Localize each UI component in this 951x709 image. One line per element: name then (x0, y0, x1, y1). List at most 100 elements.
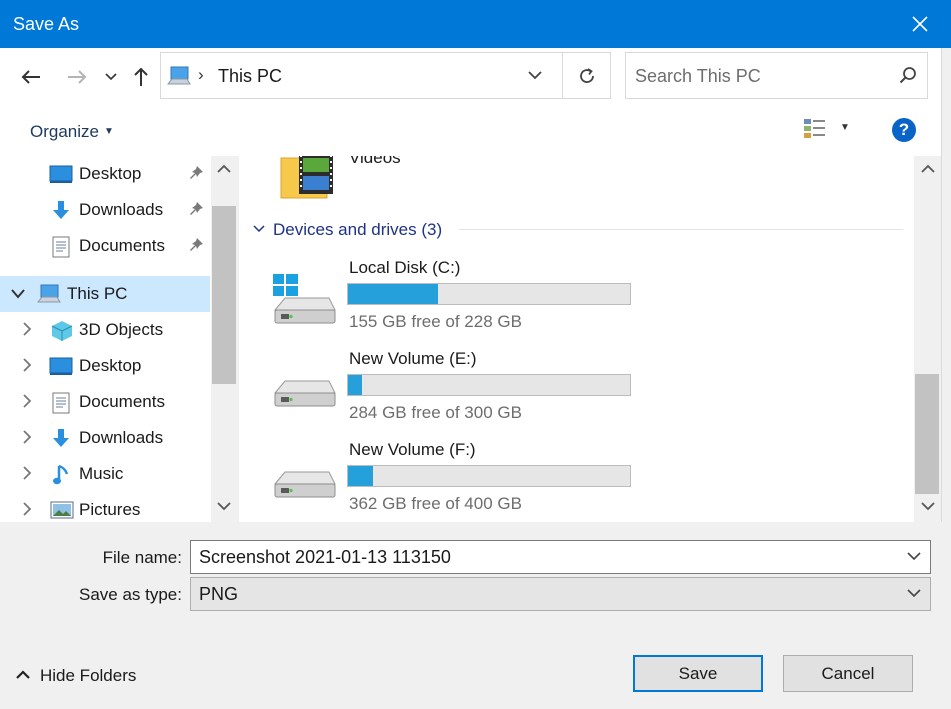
pin-icon[interactable] (188, 237, 204, 253)
drive-item[interactable]: New Volume (F:) 362 GB free of 400 GB (269, 440, 639, 522)
title-bar: Save As (0, 0, 951, 48)
devices-group-header[interactable]: Devices and drives (3) (253, 220, 442, 240)
scroll-up-icon[interactable] (217, 164, 231, 174)
drive-usage-fill (348, 375, 363, 395)
filename-field[interactable]: Screenshot 2021-01-13 113150 (190, 540, 931, 574)
file-list-pane: Videos Devices and drives (3) Local Disk… (239, 156, 914, 522)
chevron-right-icon[interactable] (22, 322, 32, 336)
drive-usage-bar (347, 283, 631, 305)
3d-objects-icon (51, 321, 73, 341)
navigation-pane-scrollbar[interactable] (211, 156, 237, 522)
address-bar[interactable]: › This PC (160, 52, 611, 99)
scrollbar-thumb[interactable] (915, 374, 939, 494)
nav-item-pictures[interactable]: Pictures (0, 492, 210, 522)
save-button[interactable]: Save (633, 655, 763, 692)
forward-button[interactable] (62, 62, 92, 92)
drive-free-space: 362 GB free of 400 GB (349, 494, 522, 513)
drive-item[interactable]: Local Disk (C:) 155 GB free of 228 GB (269, 258, 639, 348)
view-options-caret-icon[interactable]: ▼ (840, 122, 850, 133)
nav-item-downloads[interactable]: Downloads (0, 420, 210, 456)
group-header-label: Devices and drives (3) (273, 220, 443, 239)
search-box[interactable] (625, 52, 928, 99)
window-title: Save As (13, 14, 80, 34)
nav-item-label: Desktop (79, 164, 142, 183)
recent-locations-button[interactable] (96, 62, 126, 92)
drive-usage-fill (348, 466, 374, 486)
nav-item-desktop[interactable]: Desktop (0, 348, 210, 384)
chevron-down-icon[interactable] (907, 588, 921, 598)
chevron-down-icon (105, 73, 117, 81)
up-button[interactable] (126, 62, 156, 92)
chevron-down-icon[interactable] (907, 551, 921, 561)
refresh-icon (580, 67, 594, 83)
back-button[interactable] (16, 62, 46, 92)
desktop-icon (49, 165, 73, 183)
save-type-select[interactable]: PNG (190, 577, 931, 611)
search-icon[interactable] (899, 66, 917, 84)
computer-icon (167, 66, 191, 85)
refresh-button[interactable] (563, 53, 611, 98)
breadcrumb-this-pc[interactable]: This PC (218, 66, 282, 87)
nav-item-label: 3D Objects (79, 320, 164, 339)
file-list-scrollbar[interactable] (914, 156, 941, 522)
cancel-button[interactable]: Cancel (783, 655, 913, 692)
drive-item[interactable]: New Volume (E:) 284 GB free of 300 GB (269, 349, 639, 439)
organize-menu-button[interactable]: Organize ▼ (30, 122, 114, 142)
scrollbar-thumb[interactable] (212, 206, 236, 384)
forward-arrow-icon (68, 70, 87, 84)
pin-icon[interactable] (188, 201, 204, 217)
pin-icon[interactable] (188, 165, 204, 181)
scroll-down-icon[interactable] (921, 501, 935, 511)
search-input[interactable] (635, 63, 885, 89)
filename-label: File name: (102, 548, 182, 567)
nav-item-this-pc[interactable]: This PC (0, 276, 210, 312)
chevron-right-icon[interactable] (22, 394, 32, 408)
chevron-right-icon[interactable] (22, 502, 32, 516)
chevron-down-icon[interactable] (11, 289, 25, 299)
downloads-icon (53, 429, 69, 447)
help-button[interactable]: ? (892, 118, 916, 142)
nav-item-label: Music (79, 464, 124, 483)
chevron-up-icon (16, 670, 30, 679)
nav-item-label: Documents (79, 236, 165, 255)
save-type-value: PNG (199, 584, 239, 604)
change-view-icon[interactable] (803, 118, 827, 140)
caret-down-icon: ▼ (103, 126, 114, 137)
drive-name: New Volume (F:) (349, 440, 476, 459)
nav-item-label: Desktop (79, 356, 142, 375)
nav-item-music[interactable]: Music (0, 456, 210, 492)
documents-icon (52, 236, 70, 258)
hide-folders-button[interactable]: Hide Folders (16, 666, 136, 686)
chevron-right-icon[interactable] (22, 358, 32, 372)
drive-free-space: 155 GB free of 228 GB (349, 312, 522, 331)
close-icon (912, 16, 928, 32)
scroll-down-icon[interactable] (217, 501, 231, 511)
group-divider (459, 229, 903, 230)
nav-item-3d-objects[interactable]: 3D Objects (0, 312, 210, 348)
breadcrumb-separator: › (198, 65, 204, 84)
drive-free-space: 284 GB free of 300 GB (349, 403, 522, 422)
address-dropdown-icon[interactable] (527, 67, 543, 83)
chevron-right-icon[interactable] (22, 466, 32, 480)
save-type-label: Save as type: (78, 585, 182, 604)
nav-item-label: Pictures (79, 500, 141, 519)
drive-usage-bar (347, 465, 631, 487)
chevron-down-icon (253, 225, 265, 233)
nav-item-label: This PC (67, 284, 128, 303)
nav-item-documents[interactable]: Documents (0, 384, 210, 420)
drive-icon (273, 380, 336, 407)
nav-item-quick-documents[interactable]: Documents (0, 228, 210, 264)
scroll-up-icon[interactable] (921, 164, 935, 174)
drive-icon (273, 471, 336, 498)
nav-item-quick-downloads[interactable]: Downloads (0, 192, 210, 228)
chevron-right-icon[interactable] (22, 430, 32, 444)
documents-icon (52, 392, 70, 414)
filename-value[interactable]: Screenshot 2021-01-13 113150 (199, 547, 451, 568)
folder-label[interactable]: Videos (349, 156, 401, 168)
close-button[interactable] (889, 0, 951, 48)
videos-folder-icon[interactable] (279, 156, 339, 200)
hide-folders-label: Hide Folders (40, 666, 137, 685)
music-icon (53, 464, 69, 485)
desktop-icon (49, 357, 73, 375)
nav-item-quick-desktop[interactable]: Desktop (0, 156, 210, 192)
